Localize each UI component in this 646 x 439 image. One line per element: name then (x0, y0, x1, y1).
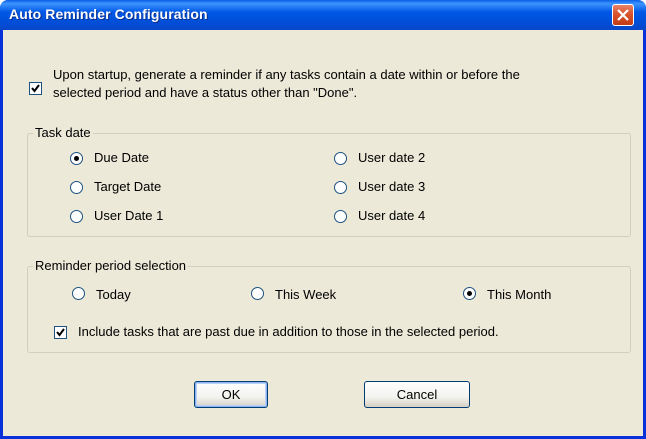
title-bar[interactable]: Auto Reminder Configuration (0, 0, 646, 30)
radio-user-date-2-label: User date 2 (358, 150, 426, 165)
startup-reminder-label-line2: selected period and have a status other … (53, 85, 358, 100)
include-past-due-checkbox[interactable] (54, 326, 67, 339)
startup-reminder-label-line1: Upon startup, generate a reminder if any… (53, 67, 520, 82)
startup-reminder-checkbox[interactable] (29, 82, 42, 95)
close-button[interactable] (612, 4, 634, 26)
radio-this-week-label: This Week (275, 287, 337, 302)
close-icon (617, 9, 629, 21)
ok-button[interactable]: OK (194, 381, 268, 408)
dialog-window: Auto Reminder Configuration Upon startup… (0, 0, 646, 439)
radio-user-date-1[interactable] (70, 210, 83, 223)
radio-today[interactable] (72, 287, 85, 300)
radio-user-date-3[interactable] (334, 181, 347, 194)
radio-selected-dot (74, 156, 79, 161)
radio-user-date-3-label: User date 3 (358, 179, 426, 194)
window-title: Auto Reminder Configuration (9, 6, 208, 22)
radio-target-date[interactable] (70, 181, 83, 194)
radio-this-month[interactable] (463, 287, 476, 300)
task-date-legend: Task date (33, 125, 93, 141)
radio-due-date[interactable] (70, 152, 83, 165)
dialog-content: Upon startup, generate a reminder if any… (3, 30, 643, 436)
radio-today-label: Today (96, 287, 131, 302)
radio-selected-dot (467, 291, 472, 296)
radio-target-date-label: Target Date (94, 179, 162, 194)
radio-user-date-1-label: User Date 1 (94, 208, 164, 223)
radio-this-week[interactable] (251, 287, 264, 300)
radio-user-date-4[interactable] (334, 210, 347, 223)
radio-this-month-label: This Month (487, 287, 552, 302)
radio-user-date-4-label: User date 4 (358, 208, 426, 223)
include-past-due-label: Include tasks that are past due in addit… (78, 324, 499, 339)
reminder-period-legend: Reminder period selection (33, 258, 189, 274)
radio-due-date-label: Due Date (94, 150, 149, 165)
radio-user-date-2[interactable] (334, 152, 347, 165)
checkmark-icon (56, 328, 65, 337)
checkmark-icon (31, 84, 40, 93)
cancel-button[interactable]: Cancel (364, 381, 470, 408)
